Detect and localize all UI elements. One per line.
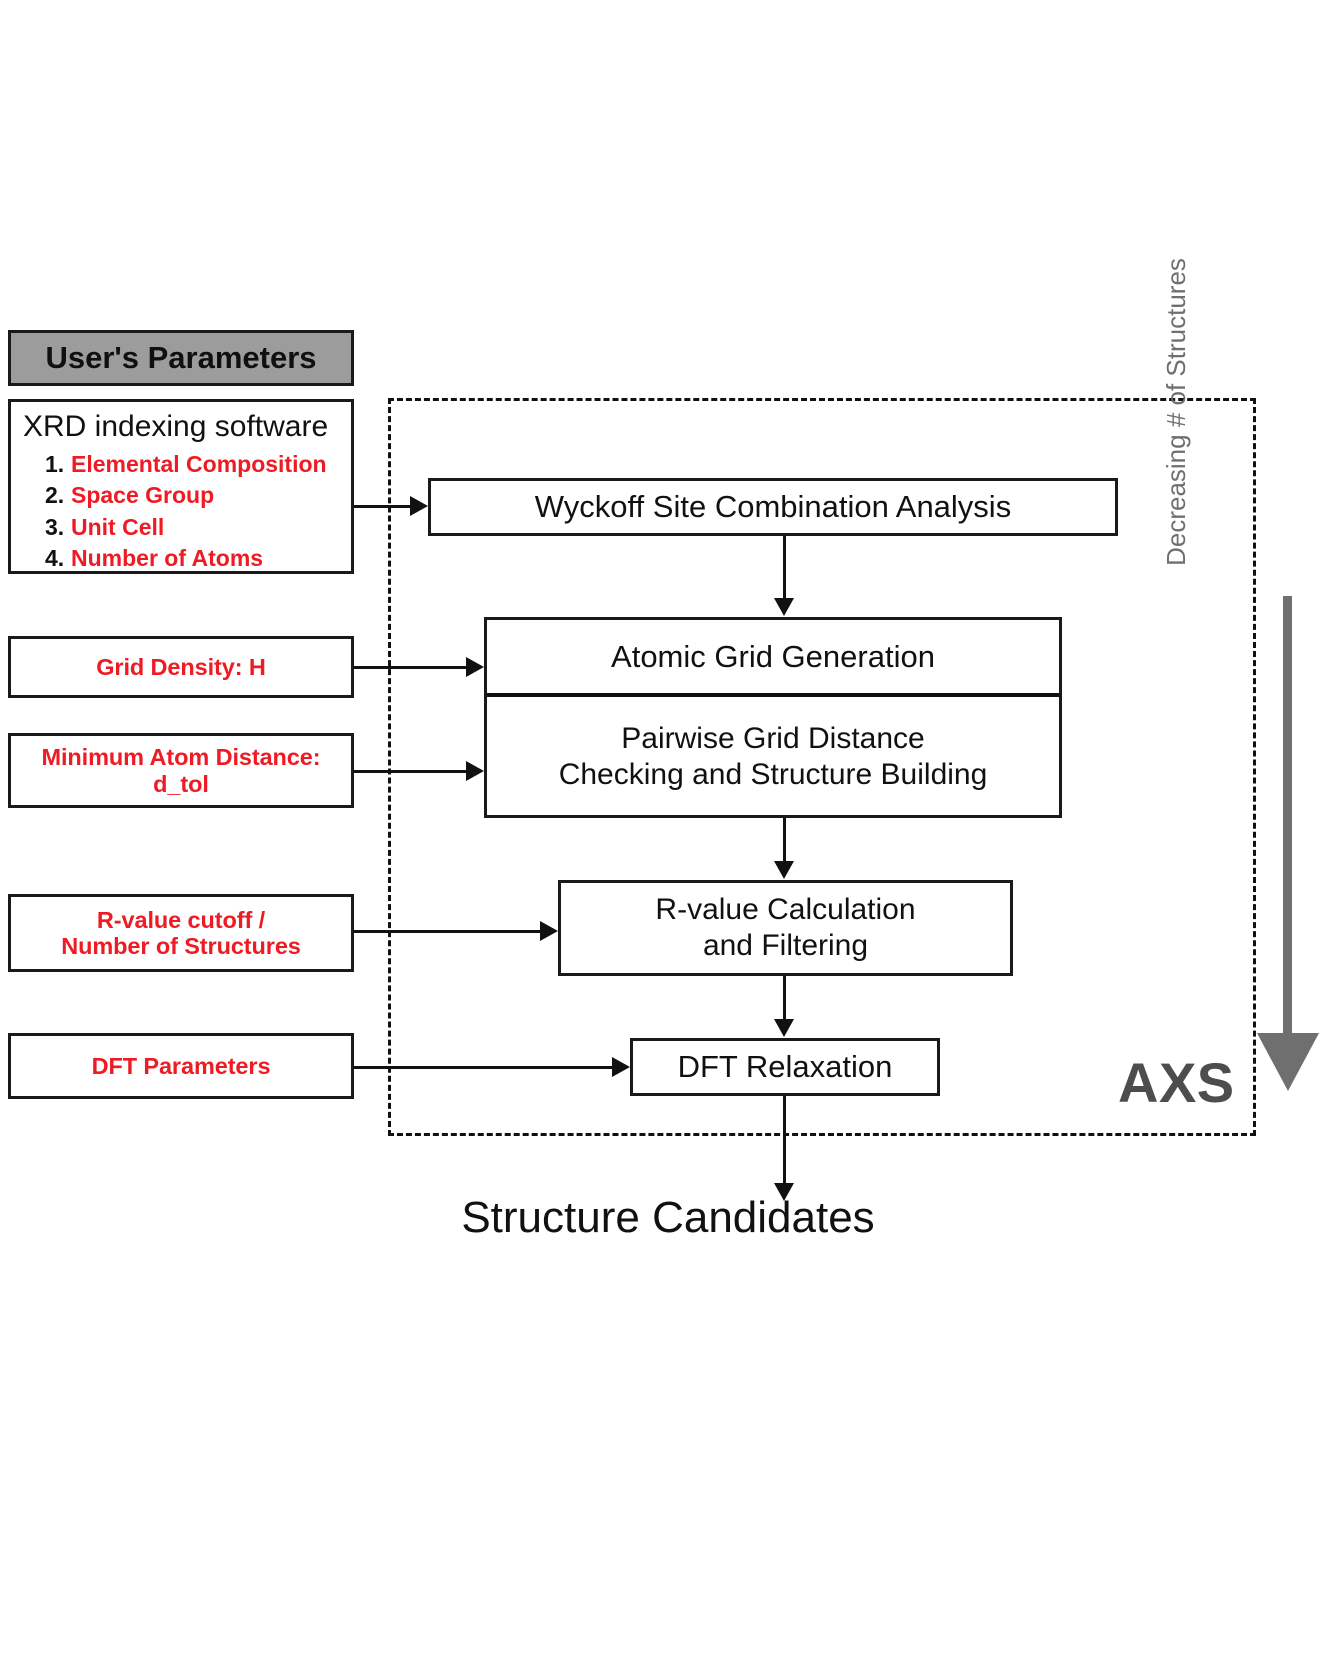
connector-dftparams-to-dftrelax [354, 1066, 614, 1069]
axs-label: AXS [1118, 1051, 1235, 1114]
rvalue-calc-label-line1: R-value Calculation [655, 893, 916, 926]
rvalue-cutoff-box: R-value cutoff / Number of Structures [8, 894, 354, 972]
arrowhead-wyckoff-to-grid [774, 598, 794, 616]
connector-mindist-to-pairwise [354, 770, 468, 773]
arrowhead-rcalc-to-dft [774, 1019, 794, 1037]
structure-candidates-label: Structure Candidates [461, 1193, 875, 1242]
connector-rcalc-to-dft [783, 976, 786, 1020]
rvalue-calculation-box: R-value Calculation and Filtering [558, 880, 1013, 976]
flowchart-canvas: User's Parameters XRD indexing software … [0, 0, 1336, 1670]
decreasing-structures-arrow-head [1257, 1033, 1319, 1091]
minimum-atom-distance-box: Minimum Atom Distance: d_tol [8, 733, 354, 808]
list-item-number: 1. [45, 450, 65, 477]
grid-density-label: Grid Density: H [96, 653, 266, 680]
list-item: 3. Unit Cell [45, 512, 351, 544]
users-parameters-header: User's Parameters [8, 330, 354, 386]
xrd-parameter-list: 1. Elemental Composition 2. Space Group 3.… [45, 449, 351, 575]
arrowhead-rcut [540, 921, 558, 941]
rvalue-calc-label-line2: and Filtering [702, 929, 869, 962]
arrowhead-xrd-to-wyckoff [410, 496, 428, 516]
connector-griddensity-to-atomicgrid [354, 666, 468, 669]
list-item-number: 3. [45, 513, 65, 540]
dft-relaxation-box: DFT Relaxation [630, 1038, 940, 1096]
list-item-number: 4. [45, 545, 65, 571]
pairwise-grid-distance-box: Pairwise Grid Distance Checking and Stru… [487, 697, 1059, 817]
connector-xrd-to-wyckoff [354, 505, 412, 508]
connector-grid-to-rcalc [783, 818, 786, 862]
arrowhead-grid-to-rcalc [774, 861, 794, 879]
arrowhead-mindist [466, 761, 484, 781]
list-item: 1. Elemental Composition [45, 449, 351, 481]
arrowhead-griddensity [466, 657, 484, 677]
connector-rcut-to-rcalc [354, 930, 542, 933]
xrd-indexing-software-box: XRD indexing software 1. Elemental Compos… [8, 399, 354, 574]
dft-parameters-label: DFT Parameters [91, 1052, 271, 1079]
pairwise-label-line2: Checking and Structure Building [558, 758, 988, 791]
min-atom-distance-label-line2: d_tol [153, 770, 209, 797]
connector-wyckoff-to-grid [783, 536, 786, 598]
grid-generation-stack: Atomic Grid Generation Pairwise Grid Dis… [484, 617, 1062, 818]
connector-dft-to-output [783, 1096, 786, 1184]
min-atom-distance-label-line1: Minimum Atom Distance: [41, 744, 321, 771]
list-item-label: Unit Cell [71, 513, 165, 540]
pairwise-label-line1: Pairwise Grid Distance [621, 722, 925, 755]
decreasing-structures-arrow-shaft [1283, 596, 1292, 1036]
xrd-box-title: XRD indexing software [23, 410, 329, 443]
dft-parameters-box: DFT Parameters [8, 1033, 354, 1099]
rvalue-cutoff-label-line1: R-value cutoff / [96, 906, 266, 933]
list-item-label: Number of Atoms [71, 545, 264, 571]
grid-density-box: Grid Density: H [8, 636, 354, 698]
decreasing-structures-label: Decreasing # of Structures [1161, 258, 1191, 566]
rvalue-cutoff-label-line2: Number of Structures [61, 933, 301, 959]
list-item: 2. Space Group [45, 480, 351, 512]
atomic-grid-generation-box: Atomic Grid Generation [487, 620, 1059, 697]
list-item-label: Space Group [71, 482, 215, 508]
list-item-number: 2. [45, 482, 65, 508]
wyckoff-site-combination-analysis-box: Wyckoff Site Combination Analysis [428, 478, 1118, 536]
list-item-label: Elemental Composition [71, 450, 327, 477]
arrowhead-dftparams [612, 1057, 630, 1077]
list-item: 4. Number of Atoms [45, 543, 351, 575]
